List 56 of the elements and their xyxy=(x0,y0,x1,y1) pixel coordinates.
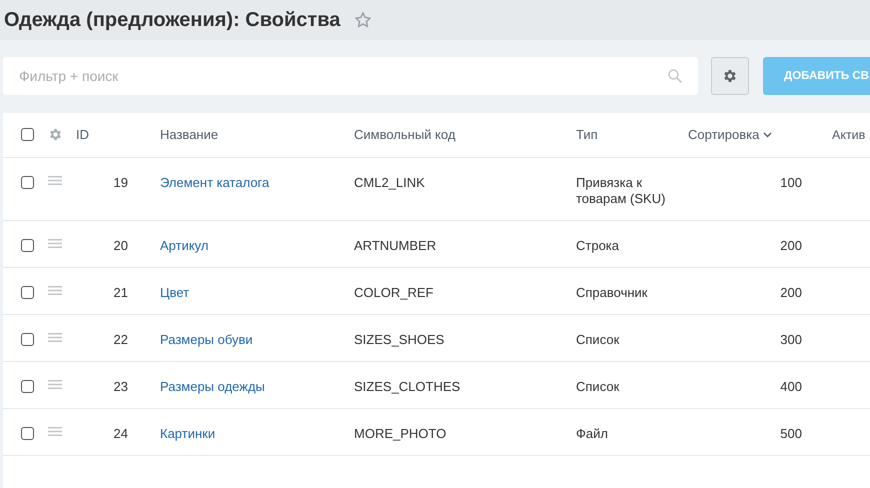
row-checkbox[interactable] xyxy=(21,427,34,440)
sort-cell: 100 xyxy=(780,175,802,190)
code-cell: SIZES_CLOTHES xyxy=(354,379,460,394)
search-icon xyxy=(668,69,682,83)
column-header[interactable]: Название xyxy=(160,127,218,143)
settings-icon xyxy=(722,68,738,84)
select-all-checkbox[interactable] xyxy=(21,128,34,141)
drag-handle-icon[interactable] xyxy=(48,427,62,436)
drag-handle-icon[interactable] xyxy=(48,380,62,389)
name-link[interactable]: Элемент каталога xyxy=(160,175,270,190)
code-cell: CML2_LINK xyxy=(354,175,425,190)
code-cell: COLOR_REF xyxy=(354,285,434,300)
column-header[interactable]: Сортировка xyxy=(688,127,772,143)
name-link[interactable]: Размеры обуви xyxy=(160,332,253,347)
drag-handle-icon[interactable] xyxy=(48,333,62,342)
search-field[interactable]: Фильтр + поиск xyxy=(3,57,698,95)
row-checkbox[interactable] xyxy=(21,380,34,393)
row-checkbox[interactable] xyxy=(21,176,34,189)
code-cell: ARTNUMBER xyxy=(354,238,436,253)
column-header[interactable]: Актив xyxy=(832,127,866,143)
type-cell: Привязка к товарам (SKU) xyxy=(576,175,666,206)
page-title: Одежда (предложения): Свойства xyxy=(4,8,340,32)
name-link[interactable]: Размеры одежды xyxy=(160,379,265,394)
id-cell: 23 xyxy=(114,379,128,394)
drag-handle-icon[interactable] xyxy=(48,176,62,185)
type-cell: Файл xyxy=(576,426,608,441)
id-cell: 22 xyxy=(114,332,128,347)
drag-handle-icon[interactable] xyxy=(48,286,62,295)
type-cell: Список xyxy=(576,379,620,394)
id-cell: 24 xyxy=(114,426,128,441)
row-checkbox[interactable] xyxy=(21,286,34,299)
sort-cell: 200 xyxy=(780,238,802,253)
type-cell: Справочник xyxy=(576,285,648,300)
column-header[interactable]: Тип xyxy=(576,127,598,143)
sort-cell: 400 xyxy=(780,379,802,394)
type-cell: Строка xyxy=(576,238,620,253)
drag-handle-icon[interactable] xyxy=(48,239,62,248)
star-icon[interactable] xyxy=(354,11,372,29)
id-cell: 21 xyxy=(114,285,128,300)
row-checkbox[interactable] xyxy=(21,239,34,252)
id-cell: 20 xyxy=(114,238,128,253)
name-link[interactable]: Картинки xyxy=(160,426,216,441)
sort-cell: 500 xyxy=(780,426,802,441)
column-header[interactable]: ID xyxy=(76,127,89,143)
name-link[interactable]: Цвет xyxy=(160,285,190,300)
sort-cell: 300 xyxy=(780,332,802,347)
code-cell: MORE_PHOTO xyxy=(354,426,446,441)
sort-cell: 200 xyxy=(780,285,802,300)
caret-icon xyxy=(763,132,772,138)
settings-button[interactable] xyxy=(711,57,749,95)
column-header[interactable]: Символьный код xyxy=(354,127,456,143)
id-cell: 19 xyxy=(114,175,128,190)
row-checkbox[interactable] xyxy=(21,333,34,346)
code-cell: SIZES_SHOES xyxy=(354,332,444,347)
type-cell: Список xyxy=(576,332,620,347)
name-link[interactable]: Артикул xyxy=(160,238,208,253)
